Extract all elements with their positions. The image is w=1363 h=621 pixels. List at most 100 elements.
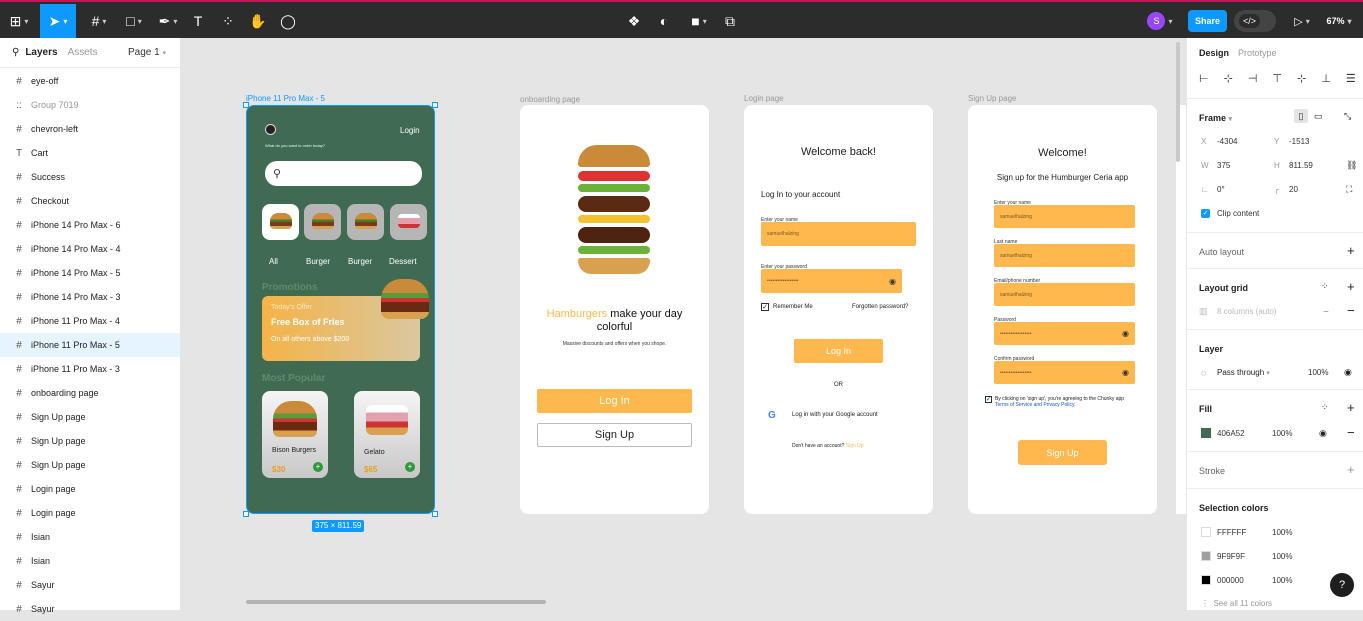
category-label[interactable]: Dessert <box>389 257 417 266</box>
signup-input[interactable]: •••••••••••••••••• ◉ <box>994 361 1135 384</box>
color-opacity[interactable]: 100% <box>1272 576 1292 585</box>
color-hex[interactable]: FFFFFF <box>1217 528 1246 537</box>
layer-item[interactable]: # iPhone 14 Pro Max - 3 <box>0 285 180 309</box>
add-icon[interactable]: + <box>313 462 323 472</box>
resize-handle[interactable] <box>243 102 249 108</box>
layer-item[interactable]: # Isian <box>0 525 180 549</box>
signup-button[interactable]: Sign Up <box>537 423 692 447</box>
add-icon[interactable]: + <box>405 462 415 472</box>
category-dessert[interactable] <box>390 204 427 240</box>
checkbox-icon[interactable]: ✓ <box>761 303 769 311</box>
tab-layers[interactable]: Layers <box>25 47 57 58</box>
align-top-icon[interactable]: ⊤ <box>1272 72 1282 85</box>
hand-tool-icon[interactable]: ✋ <box>248 4 268 38</box>
login-link[interactable]: Login <box>400 126 420 135</box>
zoom-control[interactable]: 67% ▾ <box>1322 4 1356 38</box>
boolean-icon[interactable]: ■ ▾ <box>684 4 714 38</box>
component-icon[interactable]: ❖ <box>624 4 644 38</box>
signup-frame[interactable]: Welcome! Sign up for the Humburger Ceria… <box>968 105 1157 514</box>
canvas[interactable]: iPhone 11 Pro Max - 5 Login What do you … <box>181 38 1186 610</box>
tab-assets[interactable]: Assets <box>68 47 98 58</box>
add-icon[interactable]: + <box>1347 243 1355 258</box>
tab-design[interactable]: Design <box>1199 48 1229 58</box>
hide-grid-icon[interactable]: ⌣ <box>1323 306 1329 317</box>
login-button[interactable]: Log In <box>537 389 692 413</box>
frame-label[interactable]: onboarding page <box>520 95 580 104</box>
distribute-icon[interactable]: ☰ <box>1346 72 1356 85</box>
frame-label[interactable]: iPhone 11 Pro Max - 5 <box>246 94 325 103</box>
fill-swatch[interactable] <box>1201 428 1211 438</box>
login-button[interactable]: Log In <box>794 339 883 363</box>
align-left-icon[interactable]: ⊢ <box>1199 72 1209 85</box>
grid-value[interactable]: 8 columns (auto) <box>1217 307 1277 316</box>
category-burger-1[interactable] <box>304 204 341 240</box>
y-input[interactable]: -1513 <box>1289 137 1309 146</box>
layer-item[interactable]: # iPhone 11 Pro Max - 4 <box>0 309 180 333</box>
onboarding-frame[interactable]: Hamburgers make your day colorful Massiv… <box>520 105 709 514</box>
layer-item[interactable]: # Isian <box>0 549 180 573</box>
fill-hex-input[interactable]: 406A52 <box>1217 429 1245 438</box>
frame-label[interactable]: Sign Up page <box>968 94 1016 103</box>
layer-item[interactable]: # Sayur <box>0 573 180 597</box>
align-center-h-icon[interactable]: ⊹ <box>1224 72 1233 85</box>
add-icon[interactable]: + <box>1347 400 1355 415</box>
signup-input[interactable]: samuelhalzing <box>994 283 1135 306</box>
grid-styles-icon[interactable]: ⁘ <box>1321 281 1329 292</box>
eye-icon[interactable]: ◉ <box>1344 367 1352 378</box>
forgot-password-link[interactable]: Forgotten password? <box>852 304 908 310</box>
layer-item[interactable]: # chevron-left <box>0 117 180 141</box>
present-icon[interactable]: ▷ ▾ <box>1290 4 1314 38</box>
layer-item[interactable]: # iPhone 11 Pro Max - 5 <box>0 333 180 357</box>
layer-item[interactable]: # onboarding page <box>0 381 180 405</box>
eye-icon[interactable]: ◉ <box>1122 368 1129 377</box>
layer-item[interactable]: # iPhone 14 Pro Max - 6 <box>0 213 180 237</box>
radius-input[interactable]: 20 <box>1289 185 1298 194</box>
contrast-icon[interactable]: ◐ <box>654 4 674 38</box>
add-icon[interactable]: + <box>1347 462 1355 477</box>
align-right-icon[interactable]: ⊣ <box>1248 72 1258 85</box>
x-input[interactable]: -4304 <box>1217 137 1237 146</box>
fill-opacity-input[interactable]: 100% <box>1272 429 1292 438</box>
checkbox-icon[interactable]: ✓ <box>985 396 992 403</box>
align-middle-icon[interactable]: ⊹ <box>1297 72 1306 85</box>
layer-item[interactable]: # iPhone 14 Pro Max - 4 <box>0 237 180 261</box>
color-opacity[interactable]: 100% <box>1272 528 1292 537</box>
add-icon[interactable]: + <box>1347 279 1355 294</box>
layer-item[interactable]: # Sign Up page <box>0 429 180 453</box>
move-tool-icon[interactable]: ➤ ▾ <box>40 4 76 38</box>
color-hex[interactable]: 000000 <box>1217 576 1244 585</box>
clip-content-checkbox[interactable]: ✓ <box>1201 209 1210 218</box>
popular-item-card[interactable]: Gelato $65 + <box>354 391 420 478</box>
blend-mode-select[interactable]: Pass through ▾ <box>1217 368 1270 377</box>
landscape-icon[interactable]: ▭ <box>1314 109 1323 123</box>
width-input[interactable]: 375 <box>1217 161 1230 170</box>
remember-me[interactable]: ✓ Remember Me <box>761 303 813 311</box>
main-menu-icon[interactable]: ⊞ ▾ <box>6 4 32 38</box>
layer-item[interactable]: :: Group 7019 <box>0 93 180 117</box>
resize-handle[interactable] <box>432 511 438 517</box>
layer-opacity-input[interactable]: 100% <box>1308 368 1328 377</box>
frame-tool-icon[interactable]: # ▾ <box>82 4 116 38</box>
layer-item[interactable]: # Sign Up page <box>0 405 180 429</box>
popular-item-card[interactable]: Bison Burgers $30 + <box>262 391 328 478</box>
terms-line-2[interactable]: Terms of Service and Privacy Policy. <box>995 402 1076 408</box>
layer-item[interactable]: # iPhone 11 Pro Max - 3 <box>0 357 180 381</box>
category-label[interactable]: Burger <box>348 257 372 266</box>
constrain-proportions-icon[interactable]: ⛓ <box>1346 160 1357 171</box>
page-selector[interactable]: Page 1 ▾ <box>128 47 166 58</box>
see-all-colors-link[interactable]: ⋮ See all 11 colors <box>1201 599 1272 608</box>
color-swatch[interactable] <box>1201 551 1211 561</box>
align-bottom-icon[interactable]: ⊥ <box>1321 72 1331 85</box>
frame-label[interactable]: Login page <box>744 94 784 103</box>
resources-icon[interactable]: ⁘ <box>218 4 238 38</box>
shape-tool-icon[interactable]: □ ▾ <box>118 4 150 38</box>
pen-tool-icon[interactable]: ✒ ▾ <box>152 4 184 38</box>
color-opacity[interactable]: 100% <box>1272 552 1292 561</box>
eye-icon[interactable]: ◉ <box>889 277 896 286</box>
signup-input[interactable]: samuelhalzing <box>994 205 1135 228</box>
portrait-icon[interactable]: ▯ <box>1294 109 1308 123</box>
signup-input[interactable]: samuelhalzing <box>994 244 1135 267</box>
layer-item[interactable]: # Checkout <box>0 189 180 213</box>
password-input[interactable]: •••••••••••••••••• ◉ <box>761 269 902 293</box>
category-label[interactable]: Burger <box>306 257 330 266</box>
